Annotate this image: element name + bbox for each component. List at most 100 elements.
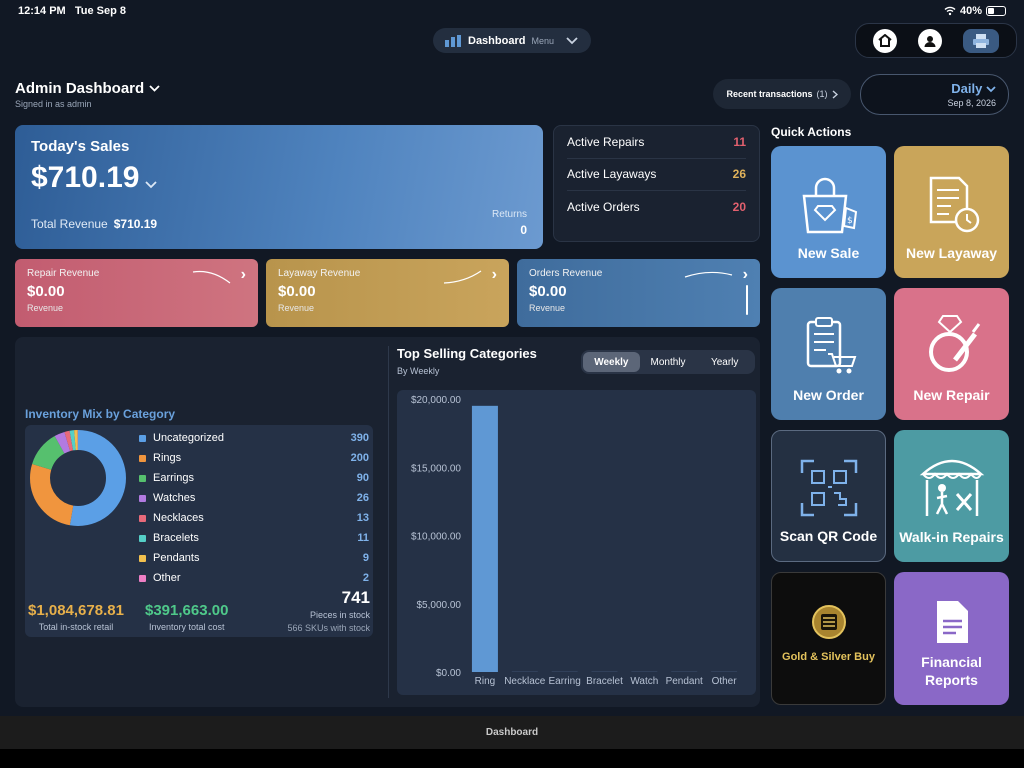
returns-label: Returns <box>491 209 527 220</box>
pieces-value: 741 <box>341 588 370 607</box>
y-tick-label: $20,000.00 <box>411 395 461 406</box>
y-tick-label: $10,000.00 <box>411 532 461 543</box>
active-orders-row[interactable]: Active Orders 20 <box>567 191 746 224</box>
orders-revenue-card[interactable]: Orders Revenue $0.00 Revenue › <box>517 259 760 327</box>
x-tick-label: Earring <box>549 676 581 687</box>
bar-other[interactable] <box>711 671 738 672</box>
svg-text:$: $ <box>847 216 853 226</box>
tab-yearly[interactable]: Yearly <box>696 352 753 372</box>
x-tick-label: Watch <box>630 676 658 687</box>
bar-bracelet[interactable] <box>591 671 618 672</box>
legend-swatch <box>139 514 146 522</box>
layaway-revenue-card[interactable]: Layaway Revenue $0.00 Revenue › <box>266 259 509 327</box>
storefront-icon <box>919 459 984 516</box>
returns-value: 0 <box>520 223 527 237</box>
legend-row[interactable]: Watches 26 <box>139 488 369 508</box>
report-document-icon <box>936 601 968 643</box>
cost-label: Inventory total cost <box>148 622 225 632</box>
chevron-down-icon[interactable] <box>145 181 158 189</box>
active-value: 11 <box>733 134 746 149</box>
legend-name: Watches <box>153 492 196 504</box>
top-selling-bar-chart: $0.00 $5,000.00 $10,000.00 $15,000.00 $20,00… <box>411 395 738 687</box>
legend-row[interactable]: Bracelets 11 <box>139 528 369 548</box>
dashboard-menu-pill[interactable]: Dashboard Menu <box>433 28 591 53</box>
quick-actions-title: Quick Actions <box>771 125 852 139</box>
period-segmented-control: Weekly Monthly Yearly <box>581 350 755 374</box>
legend-value: 2 <box>362 572 369 584</box>
chevron-right-icon: › <box>240 266 246 283</box>
financial-reports-button[interactable]: Financial Reports <box>894 572 1009 705</box>
total-revenue: Total Revenue $710.19 <box>31 217 157 231</box>
todays-sales-card[interactable]: Today's Sales $710.19 Total Revenue $710.… <box>15 125 543 249</box>
legend-row[interactable]: Necklaces 13 <box>139 508 369 528</box>
user-icon[interactable] <box>917 28 942 53</box>
returns: Returns 0 <box>492 209 527 237</box>
scroll-indicator <box>746 285 748 315</box>
legend-row[interactable]: Rings 200 <box>139 448 369 468</box>
new-sale-button[interactable]: $ New Sale <box>771 146 886 278</box>
quick-action-label: New Repair <box>913 387 990 403</box>
gold-coin-icon <box>811 605 846 639</box>
pieces-label: Pieces in stock <box>309 610 370 620</box>
bar-pendant[interactable] <box>671 671 698 672</box>
chevron-right-icon: › <box>491 266 497 283</box>
pill-title: Dashboard <box>468 34 526 47</box>
active-label: Active Layaways <box>567 167 657 182</box>
active-layaways-row[interactable]: Active Layaways 26 <box>567 159 746 191</box>
legend-swatch <box>139 474 146 482</box>
legend-row[interactable]: Other 2 <box>139 568 369 588</box>
revenue-card-label: Revenue <box>27 303 64 313</box>
top-selling-subtitle: By Weekly <box>397 366 440 376</box>
gold-silver-buy-button[interactable]: Gold & Silver Buy <box>771 572 886 705</box>
tab-weekly[interactable]: Weekly <box>583 352 640 372</box>
period-selector[interactable]: Daily Sep 8, 2026 <box>860 74 1009 115</box>
qr-code-icon <box>800 459 857 517</box>
panel-divider <box>388 346 389 698</box>
new-layaway-button[interactable]: New Layaway <box>894 146 1009 278</box>
new-repair-button[interactable]: New Repair <box>894 288 1009 420</box>
x-tick-label: Bracelet <box>586 676 623 687</box>
chevron-down-icon <box>566 36 578 44</box>
bar-watch[interactable] <box>631 671 658 672</box>
legend-row[interactable]: Earrings 90 <box>139 468 369 488</box>
chevron-down-icon <box>149 85 160 92</box>
active-repairs-row[interactable]: Active Repairs 11 <box>567 126 746 159</box>
bottom-tab-bar: Dashboard <box>0 716 1024 749</box>
clock-time: 12:14 PM <box>18 5 66 17</box>
bar-earring[interactable] <box>551 671 578 672</box>
bottom-strip <box>0 749 1024 768</box>
bar-necklace[interactable] <box>511 671 538 672</box>
tab-monthly[interactable]: Monthly <box>640 352 697 372</box>
page-title[interactable]: Admin Dashboard <box>15 80 160 97</box>
legend-row[interactable]: Uncategorized 390 <box>139 428 369 448</box>
recent-transactions-button[interactable]: Recent transactions (1) <box>713 79 851 109</box>
tab-dashboard[interactable]: Dashboard <box>486 727 538 738</box>
x-tick-label: Pendant <box>666 676 703 687</box>
battery-icon <box>986 6 1006 16</box>
bar-ring[interactable] <box>471 405 498 672</box>
active-label: Active Repairs <box>567 134 645 149</box>
chevron-right-icon: › <box>742 266 748 283</box>
sparkline-icon <box>192 270 231 284</box>
signed-in-label: Signed in as admin <box>15 99 92 109</box>
printer-icon[interactable] <box>963 28 1000 53</box>
pieces-stat: 741 Pieces in stock 566 SKUs with stock <box>250 588 370 633</box>
legend-name: Earrings <box>153 472 194 484</box>
active-counts-card: Active Repairs 11 Active Layaways 26 Activ… <box>553 125 760 242</box>
walk-in-repairs-button[interactable]: Walk-in Repairs <box>894 430 1009 562</box>
legend-value: 390 <box>350 432 369 444</box>
retail-label: Total in-stock retail <box>38 622 114 632</box>
active-label: Active Orders <box>567 200 640 215</box>
inventory-mix-title: Inventory Mix by Category <box>25 407 176 421</box>
legend-row[interactable]: Pendants 9 <box>139 548 369 568</box>
legend-swatch <box>139 574 146 582</box>
sparkline-icon <box>443 270 482 284</box>
repair-revenue-card[interactable]: Repair Revenue $0.00 Revenue › <box>15 259 258 327</box>
quick-action-label: New Order <box>793 387 864 403</box>
active-value: 20 <box>732 200 746 215</box>
status-bar: 12:14 PM Tue Sep 8 40% <box>0 0 1024 22</box>
new-order-button[interactable]: New Order <box>771 288 886 420</box>
bar-chart-icon <box>445 34 461 47</box>
home-icon[interactable] <box>872 28 897 53</box>
scan-qr-button[interactable]: Scan QR Code <box>771 430 886 562</box>
